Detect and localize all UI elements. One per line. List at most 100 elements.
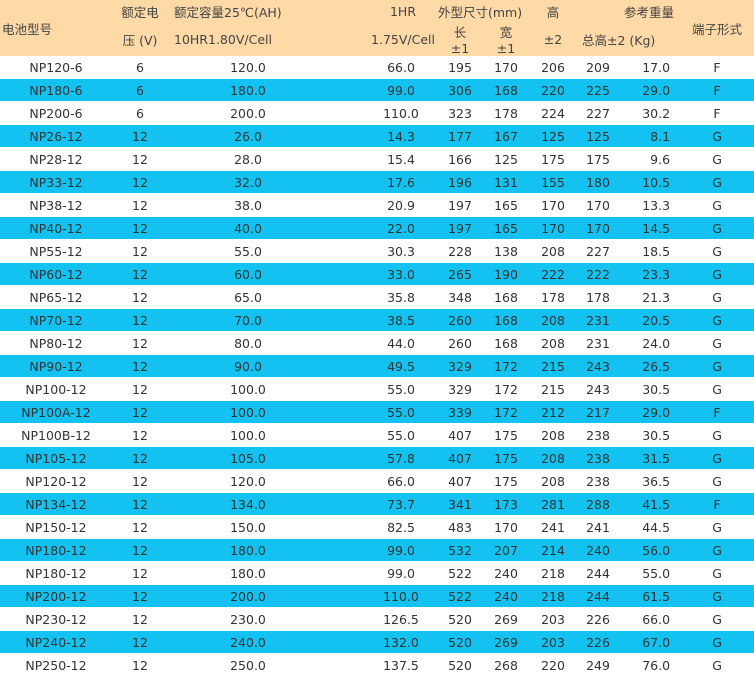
terminal-cell: G xyxy=(680,653,754,677)
total-height-cell: 231 xyxy=(576,308,621,332)
model-cell: NP180-6 xyxy=(0,78,112,102)
height-cell: 222 xyxy=(530,262,577,286)
model-cell: NP60-12 xyxy=(0,262,112,286)
table-row: NP26-12 12 26.0 14.3 177 167 125 125 8.1 G xyxy=(0,124,754,148)
total-height-cell: 240 xyxy=(576,538,621,562)
width-cell: 138 xyxy=(482,239,531,263)
model-cell: NP180-12 xyxy=(0,538,112,562)
capacity-10hr-cell: 105.0 xyxy=(168,446,328,470)
width-cell: 168 xyxy=(482,331,531,355)
model-cell: NP100-12 xyxy=(0,377,112,401)
voltage-cell: 12 xyxy=(112,262,168,286)
terminal-cell: G xyxy=(680,630,754,654)
table-header: 电池型号 额定电 额定容量25℃(AH) 1HR 外型尺寸(mm) 高 参考重量… xyxy=(0,0,754,56)
header-width-label: 宽 xyxy=(499,25,513,40)
length-cell: 329 xyxy=(438,354,482,378)
width-cell: 168 xyxy=(482,78,531,102)
capacity-1hr-cell: 44.0 xyxy=(328,331,438,355)
voltage-cell: 12 xyxy=(112,308,168,332)
voltage-cell: 12 xyxy=(112,285,168,309)
length-cell: 520 xyxy=(438,630,482,654)
weight-cell: 61.5 xyxy=(620,584,681,608)
width-cell: 175 xyxy=(482,423,531,447)
header-total-height-weight: 总高±2 (Kg) xyxy=(576,22,681,56)
weight-cell: 41.5 xyxy=(620,492,681,516)
weight-cell: 21.3 xyxy=(620,285,681,309)
table-row: NP240-12 12 240.0 132.0 520 269 203 226 67.0 G xyxy=(0,630,754,654)
capacity-1hr-cell: 126.5 xyxy=(328,607,438,631)
total-height-cell: 243 xyxy=(576,377,621,401)
header-capacity-group: 额定容量25℃(AH) xyxy=(168,0,328,22)
length-cell: 228 xyxy=(438,239,482,263)
total-height-cell: 226 xyxy=(576,607,621,631)
width-cell: 178 xyxy=(482,101,531,125)
height-cell: 203 xyxy=(530,607,577,631)
model-cell: NP26-12 xyxy=(0,124,112,148)
length-cell: 197 xyxy=(438,193,482,217)
battery-spec-page: 电池型号 额定电 额定容量25℃(AH) 1HR 外型尺寸(mm) 高 参考重量… xyxy=(0,0,754,677)
table-row: NP120-12 12 120.0 66.0 407 175 208 238 36.5 G xyxy=(0,469,754,493)
total-height-cell: 238 xyxy=(576,446,621,470)
width-cell: 125 xyxy=(482,147,531,171)
model-cell: NP120-12 xyxy=(0,469,112,493)
width-cell: 240 xyxy=(482,561,531,585)
capacity-10hr-cell: 40.0 xyxy=(168,216,328,240)
total-height-cell: 238 xyxy=(576,423,621,447)
total-height-cell: 217 xyxy=(576,400,621,424)
voltage-cell: 12 xyxy=(112,538,168,562)
length-cell: 407 xyxy=(438,423,482,447)
capacity-10hr-cell: 120.0 xyxy=(168,56,328,79)
length-cell: 520 xyxy=(438,653,482,677)
length-cell: 323 xyxy=(438,101,482,125)
weight-cell: 23.3 xyxy=(620,262,681,286)
capacity-1hr-cell: 20.9 xyxy=(328,193,438,217)
voltage-cell: 12 xyxy=(112,653,168,677)
width-cell: 175 xyxy=(482,469,531,493)
total-height-cell: 226 xyxy=(576,630,621,654)
capacity-10hr-cell: 120.0 xyxy=(168,469,328,493)
table-row: NP90-12 12 90.0 49.5 329 172 215 243 26.5 G xyxy=(0,354,754,378)
capacity-10hr-cell: 180.0 xyxy=(168,561,328,585)
length-cell: 339 xyxy=(438,400,482,424)
weight-cell: 30.5 xyxy=(620,423,681,447)
terminal-cell: G xyxy=(680,124,754,148)
header-row-2: 压 (V) 10HR1.80V/Cell 1.75V/Cell 长 ±1 宽 ±… xyxy=(0,22,754,56)
table-row: NP38-12 12 38.0 20.9 197 165 170 170 13.3 G xyxy=(0,193,754,217)
capacity-10hr-cell: 180.0 xyxy=(168,538,328,562)
model-cell: NP33-12 xyxy=(0,170,112,194)
width-cell: 268 xyxy=(482,653,531,677)
model-cell: NP80-12 xyxy=(0,331,112,355)
model-cell: NP40-12 xyxy=(0,216,112,240)
capacity-10hr-cell: 90.0 xyxy=(168,354,328,378)
terminal-cell: G xyxy=(680,561,754,585)
voltage-cell: 6 xyxy=(112,101,168,125)
terminal-cell: G xyxy=(680,607,754,631)
header-row-1: 电池型号 额定电 额定容量25℃(AH) 1HR 外型尺寸(mm) 高 参考重量… xyxy=(0,0,754,56)
model-cell: NP150-12 xyxy=(0,515,112,539)
total-height-cell: 125 xyxy=(576,124,621,148)
width-cell: 170 xyxy=(482,56,531,79)
width-cell: 240 xyxy=(482,584,531,608)
height-cell: 208 xyxy=(530,423,577,447)
table-row: NP100A-12 12 100.0 55.0 339 172 212 217 29.0 F xyxy=(0,400,754,424)
width-cell: 168 xyxy=(482,308,531,332)
capacity-10hr-cell: 65.0 xyxy=(168,285,328,309)
header-weight-group: 参考重量 xyxy=(576,0,681,22)
voltage-cell: 12 xyxy=(112,400,168,424)
height-cell: 208 xyxy=(530,239,577,263)
capacity-10hr-cell: 28.0 xyxy=(168,147,328,171)
model-cell: NP28-12 xyxy=(0,147,112,171)
weight-cell: 76.0 xyxy=(620,653,681,677)
weight-cell: 10.5 xyxy=(620,170,681,194)
total-height-cell: 225 xyxy=(576,78,621,102)
terminal-cell: G xyxy=(680,515,754,539)
terminal-cell: F xyxy=(680,492,754,516)
capacity-1hr-cell: 99.0 xyxy=(328,561,438,585)
capacity-10hr-cell: 100.0 xyxy=(168,400,328,424)
weight-cell: 31.5 xyxy=(620,446,681,470)
capacity-10hr-cell: 100.0 xyxy=(168,423,328,447)
terminal-cell: F xyxy=(680,400,754,424)
total-height-cell: 241 xyxy=(576,515,621,539)
capacity-1hr-cell: 99.0 xyxy=(328,78,438,102)
weight-cell: 67.0 xyxy=(620,630,681,654)
